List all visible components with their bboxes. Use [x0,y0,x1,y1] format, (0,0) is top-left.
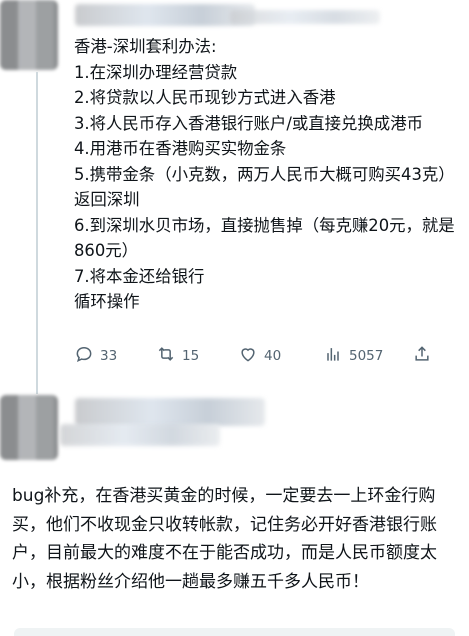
like-button[interactable]: 40 [238,344,281,368]
handle-blurred [60,424,220,446]
share-icon [412,344,432,368]
share-button[interactable] [412,344,432,368]
username-blurred[interactable] [75,398,265,426]
retweet-button[interactable]: 15 [156,344,199,368]
tweet-text: 香港-深圳套利办法: 1.在深圳办理经营贷款 2.将贷款以人民币现钞方式进入香港… [74,37,455,311]
views-button[interactable]: 5057 [323,344,383,368]
avatar-blurred[interactable] [0,0,58,70]
handle-blurred [230,10,380,24]
reply-count: 33 [100,348,118,364]
thread-line [36,72,38,394]
views-count: 5057 [349,348,384,364]
retweet-icon [156,344,176,368]
views-icon [323,344,343,368]
reply-button[interactable]: 33 [74,344,117,368]
tweet-actions: 33 15 40 5057 [70,344,459,368]
like-count: 40 [264,348,282,364]
username-blurred[interactable] [75,4,255,26]
bottom-bar [14,628,455,636]
retweet-count: 15 [182,348,200,364]
like-icon [238,344,258,368]
avatar-blurred[interactable] [0,395,58,460]
caption-text: bug补充，在香港买黄金的时候，一定要去一上环金行购买，他们不收现金只收转帐款，… [12,486,437,592]
reply-icon [74,344,94,368]
